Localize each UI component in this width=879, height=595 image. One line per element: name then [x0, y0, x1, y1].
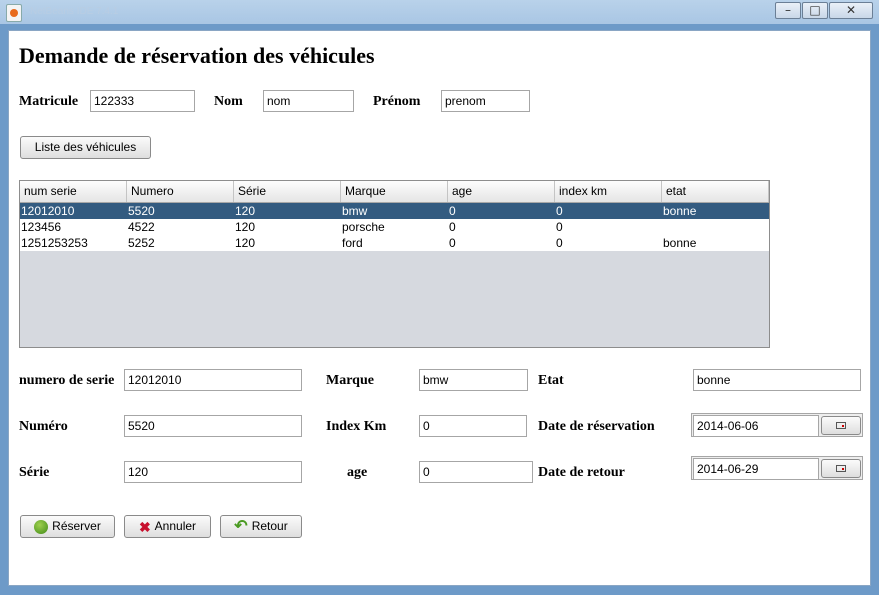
window-title: NetBeans IDE 7.4.1: [30, 6, 119, 17]
table-cell: 0: [449, 236, 456, 250]
table-cell: 0: [556, 204, 563, 218]
undo-arrow-icon: ↶: [234, 517, 248, 535]
table-cell: bonne: [663, 204, 697, 218]
retour-label: Retour: [251, 519, 288, 533]
index-km-field[interactable]: 0: [419, 415, 527, 437]
date-reservation-label: Date de réservation: [538, 419, 655, 434]
table-header: num serie Numero Série Marque age index …: [20, 181, 769, 203]
window-controls: – □ ✕: [774, 2, 873, 19]
green-circle-icon: [34, 519, 49, 534]
date-retour-label: Date de retour: [538, 465, 625, 480]
table-cell: 120: [235, 204, 256, 218]
column-header[interactable]: Marque: [341, 181, 448, 202]
table-cell: bmw: [342, 204, 368, 218]
minimize-icon: –: [785, 3, 791, 17]
column-header[interactable]: num serie: [20, 181, 127, 202]
table-cell: 0: [556, 236, 563, 250]
etat-field[interactable]: bonne: [693, 369, 861, 391]
table-cell: 120: [235, 220, 256, 234]
vehicles-table: num serie Numero Série Marque age index …: [19, 180, 770, 348]
serie-field[interactable]: 120: [124, 461, 302, 483]
table-row[interactable]: 12012010 5520 120 bmw 0 0 bonne: [20, 203, 769, 219]
table-cell: 12012010: [21, 204, 75, 218]
numero-serie-field[interactable]: 12012010: [124, 369, 302, 391]
window-titlebar: NetBeans IDE 7.4.1 – □ ✕: [0, 0, 879, 24]
column-header[interactable]: index km: [555, 181, 662, 202]
serie-label: Série: [19, 465, 50, 480]
numero-field[interactable]: 5520: [124, 415, 302, 437]
date-retour-field[interactable]: 2014-06-29: [693, 458, 819, 480]
column-header[interactable]: etat: [662, 181, 769, 202]
liste-vehicules-label: Liste des véhicules: [34, 140, 137, 154]
annuler-button[interactable]: ✖ Annuler: [124, 515, 211, 538]
marque-field[interactable]: bmw: [419, 369, 528, 391]
date-reservation-field[interactable]: 2014-06-06: [693, 415, 819, 437]
table-cell: 120: [235, 236, 256, 250]
form-panel: Demande de réservation des véhicules Mat…: [8, 30, 871, 586]
reserver-label: Réserver: [52, 519, 101, 533]
prenom-label: Prénom: [373, 94, 421, 109]
maximize-icon: □: [809, 3, 821, 17]
table-cell: 0: [449, 220, 456, 234]
matricule-field[interactable]: 122333: [90, 90, 195, 112]
table-cell: [662, 219, 769, 235]
table-cell: bonne: [663, 236, 697, 250]
maximize-button[interactable]: □: [802, 2, 828, 19]
reserver-button[interactable]: Réserver: [20, 515, 115, 538]
table-cell: 5520: [128, 204, 155, 218]
table-cell: 5252: [128, 236, 155, 250]
table-row[interactable]: 123456 4522 120 porsche 0 0: [20, 219, 769, 235]
calendar-icon: [836, 422, 846, 429]
table-cell: 4522: [128, 220, 155, 234]
nom-label: Nom: [214, 94, 243, 109]
column-header[interactable]: Numero: [127, 181, 234, 202]
calendar-icon: [836, 465, 846, 472]
table-cell: ford: [342, 236, 363, 250]
page-title: Demande de réservation des véhicules: [19, 43, 375, 68]
table-cell: porsche: [342, 220, 385, 234]
date-reservation-calendar-button[interactable]: [821, 416, 861, 435]
close-icon: ✕: [845, 3, 857, 17]
etat-label: Etat: [538, 373, 564, 388]
numero-label: Numéro: [19, 419, 68, 434]
table-row[interactable]: 1251253253 5252 120 ford 0 0 bonne: [20, 235, 769, 251]
index-km-label: Index Km: [326, 419, 387, 434]
red-x-icon: ✖: [138, 518, 151, 535]
age-label: age: [347, 465, 368, 480]
java-app-icon: [6, 4, 22, 22]
table-cell: 0: [556, 220, 563, 234]
minimize-button[interactable]: –: [775, 2, 801, 19]
numero-serie-label: numero de serie: [19, 373, 115, 388]
table-cell: 123456: [21, 220, 62, 234]
column-header[interactable]: age: [448, 181, 555, 202]
table-cell: 0: [449, 204, 456, 218]
table-cell: 1251253253: [21, 236, 88, 250]
age-field[interactable]: 0: [419, 461, 533, 483]
retour-button[interactable]: ↶ Retour: [220, 515, 302, 538]
liste-vehicules-button[interactable]: Liste des véhicules: [20, 136, 151, 159]
column-header[interactable]: Série: [234, 181, 341, 202]
matricule-label: Matricule: [19, 94, 79, 109]
marque-label: Marque: [326, 373, 374, 388]
close-button[interactable]: ✕: [829, 2, 873, 19]
prenom-field[interactable]: prenom: [441, 90, 530, 112]
nom-field[interactable]: nom: [263, 90, 354, 112]
date-retour-calendar-button[interactable]: [821, 459, 861, 478]
annuler-label: Annuler: [154, 519, 197, 533]
